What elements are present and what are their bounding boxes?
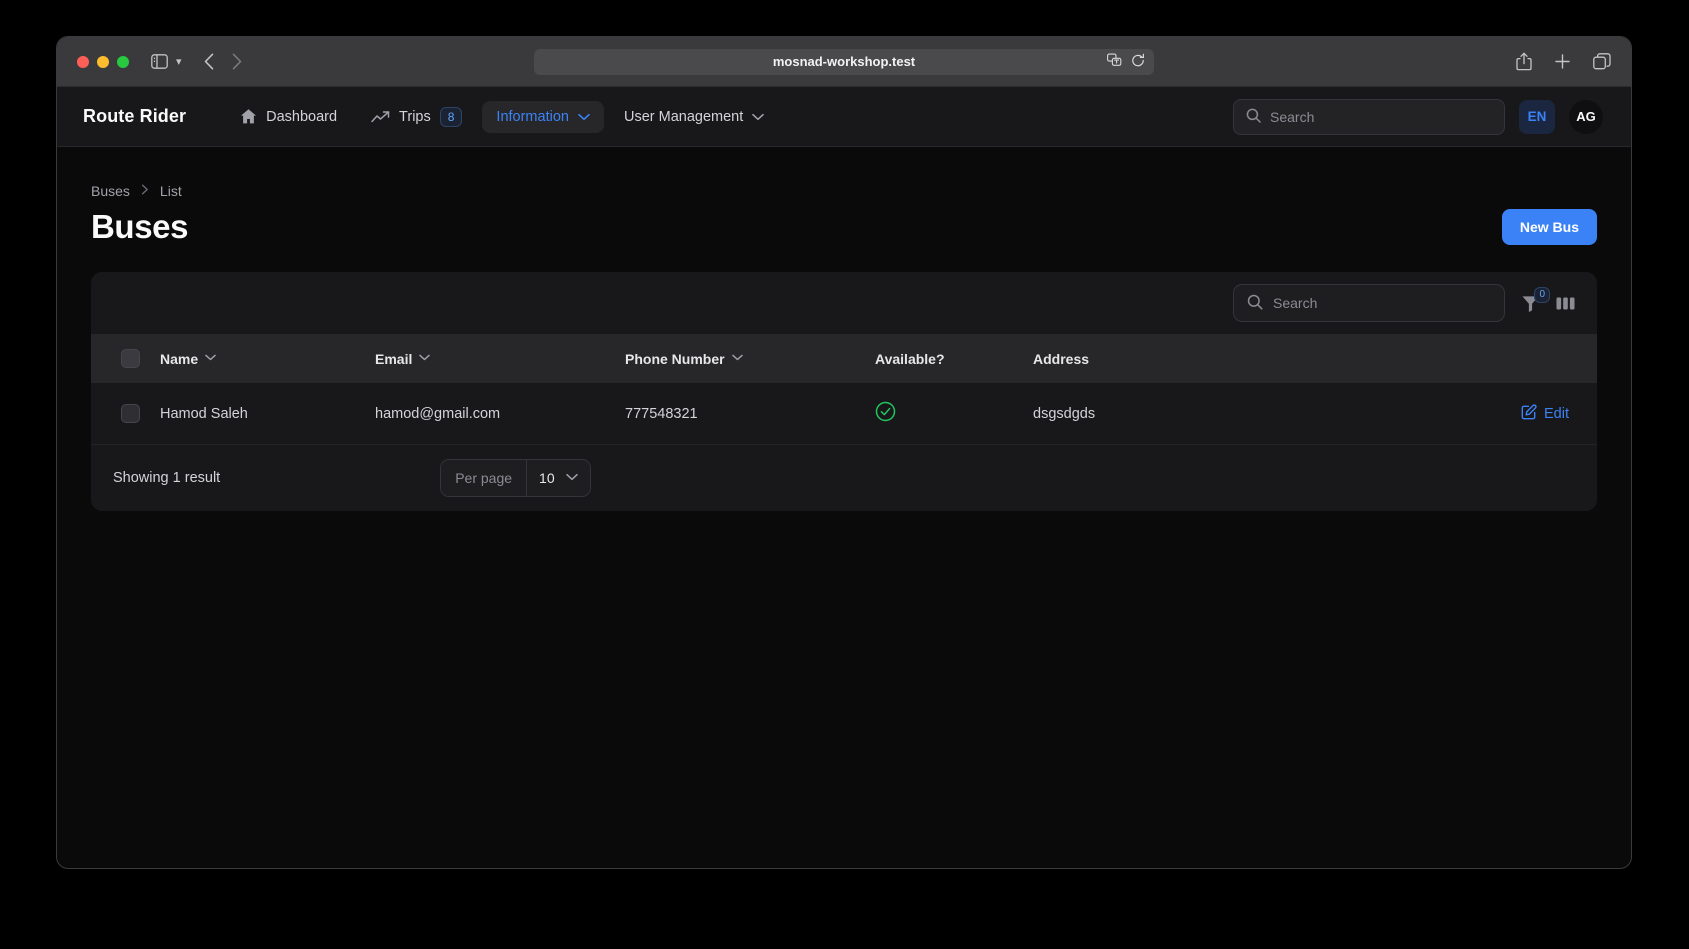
edit-button[interactable]: Edit (1521, 403, 1569, 424)
close-window-button[interactable] (77, 55, 89, 68)
language-switcher[interactable]: EN (1519, 99, 1555, 134)
share-icon[interactable] (1516, 52, 1532, 71)
columns-button[interactable] (1556, 295, 1575, 312)
nav-item-dashboard[interactable]: Dashboard (226, 100, 351, 133)
avatar[interactable]: AG (1569, 99, 1603, 134)
cell-available (865, 383, 1023, 445)
search-icon (1246, 108, 1261, 126)
trending-up-icon (371, 110, 390, 124)
column-header-actions (1447, 334, 1597, 383)
nav-item-label: Dashboard (266, 108, 338, 125)
table-footer: Showing 1 result Per page 10 (91, 445, 1597, 511)
row-checkbox[interactable] (121, 404, 140, 423)
global-search-placeholder: Search (1270, 108, 1315, 125)
table-search-placeholder: Search (1273, 295, 1318, 311)
table-search-input[interactable]: Search (1233, 284, 1505, 322)
breadcrumb-item-list[interactable]: List (160, 183, 182, 199)
chevron-down-icon (565, 472, 578, 484)
app-navbar: Route Rider Dashboard Trips 8 Informatio… (57, 87, 1631, 147)
per-page-value: 10 (539, 470, 555, 486)
column-header-available: Available? (875, 350, 945, 367)
nav-item-user-management[interactable]: User Management (610, 101, 778, 133)
cell-name: Hamod Saleh (160, 405, 248, 422)
address-bar-text: mosnad-workshop.test (772, 54, 916, 69)
chevron-down-icon (752, 113, 765, 121)
home-icon (240, 108, 257, 125)
table-header-row: Name Email Phone Number Available? Addre… (91, 334, 1597, 383)
plus-icon[interactable] (1554, 53, 1571, 70)
sort-by-phone-number[interactable]: Phone Number (625, 351, 743, 367)
browser-actions (1516, 52, 1611, 71)
trips-count-badge: 8 (439, 106, 463, 127)
window-controls (77, 55, 129, 68)
table-head: Name Email Phone Number Available? Addre… (91, 334, 1597, 383)
cell-phone: 777548321 (625, 405, 698, 422)
minimize-window-button[interactable] (97, 55, 109, 68)
cell-email: hamod@gmail.com (375, 405, 501, 422)
column-label: Phone Number (625, 350, 725, 367)
select-all-header (91, 334, 150, 383)
page-header: Buses New Bus (91, 208, 1597, 246)
nav-item-label: User Management (623, 108, 744, 125)
results-count: Showing 1 result (113, 470, 221, 486)
search-icon (1247, 294, 1263, 313)
chevron-down-icon (205, 353, 216, 364)
chevron-right-icon (141, 184, 149, 198)
cell-actions: Edit (1447, 383, 1597, 445)
maximize-window-button[interactable] (117, 55, 129, 68)
column-header-email: Email (365, 334, 615, 383)
cell-address: dsgsdgds (1033, 405, 1096, 422)
forward-arrow-icon[interactable] (232, 53, 242, 70)
chevron-down-icon (419, 353, 431, 364)
navbar-right: Search EN AG (1233, 98, 1603, 135)
global-search-input[interactable]: Search (1233, 98, 1505, 135)
browser-toolbar: ▾ mosnad-workshop.test (57, 37, 1631, 87)
filter-count-badge: 0 (1534, 286, 1550, 303)
new-bus-button[interactable]: New Bus (1501, 209, 1597, 245)
column-header-name: Name (150, 334, 365, 383)
edit-label: Edit (1544, 405, 1569, 422)
per-page-selector[interactable]: Per page 10 (440, 459, 591, 497)
breadcrumb: Buses List (91, 183, 1597, 199)
page-content: Buses List Buses New Bus Search 0 Name E… (57, 147, 1631, 511)
navigation-arrows (204, 53, 242, 70)
chevron-down-icon (731, 353, 743, 364)
filter-button[interactable]: 0 (1521, 286, 1550, 313)
pencil-square-icon (1521, 403, 1537, 424)
per-page-label: Per page (441, 460, 528, 496)
nav-item-label: Trips (399, 108, 431, 125)
address-bar[interactable]: mosnad-workshop.test (534, 48, 1154, 75)
address-bar-actions (1107, 53, 1145, 70)
tab-overview-icon[interactable] (1593, 53, 1611, 70)
check-circle-icon (875, 401, 896, 422)
nav-item-label: Information (496, 108, 569, 125)
translate-icon[interactable] (1107, 53, 1122, 70)
chevron-down-icon[interactable]: ▾ (176, 55, 182, 68)
sidebar-icon[interactable] (151, 54, 168, 69)
buses-table: Name Email Phone Number Available? Addre… (91, 334, 1597, 445)
per-page-dropdown[interactable]: 10 (527, 460, 590, 496)
column-header-phone-number: Phone Number (615, 334, 865, 383)
sort-by-name[interactable]: Name (160, 351, 216, 367)
browser-window: ▾ mosnad-workshop.test Route Rider Dashb… (56, 36, 1632, 869)
back-arrow-icon[interactable] (204, 53, 214, 70)
table-toolbar: Search 0 (91, 272, 1597, 334)
select-all-checkbox[interactable] (121, 349, 140, 368)
reload-icon[interactable] (1131, 53, 1145, 70)
column-label: Name (160, 350, 199, 367)
nav-item-trips[interactable]: Trips 8 (357, 99, 476, 135)
row-select-cell (91, 383, 150, 445)
breadcrumb-item-buses[interactable]: Buses (91, 183, 130, 199)
chevron-down-icon (578, 113, 590, 121)
brand-logo[interactable]: Route Rider (83, 106, 186, 127)
table-body: Hamod Saleh hamod@gmail.com 777548321 ds… (91, 383, 1597, 445)
sort-by-email[interactable]: Email (375, 350, 431, 367)
column-header-address: Address (1033, 350, 1090, 367)
nav-item-information[interactable]: Information (482, 100, 604, 133)
column-label: Email (375, 350, 413, 367)
table-row[interactable]: Hamod Saleh hamod@gmail.com 777548321 ds… (91, 383, 1597, 445)
buses-table-card: Search 0 Name Email Phone Number Availab… (91, 272, 1597, 511)
page-title: Buses (91, 208, 189, 245)
